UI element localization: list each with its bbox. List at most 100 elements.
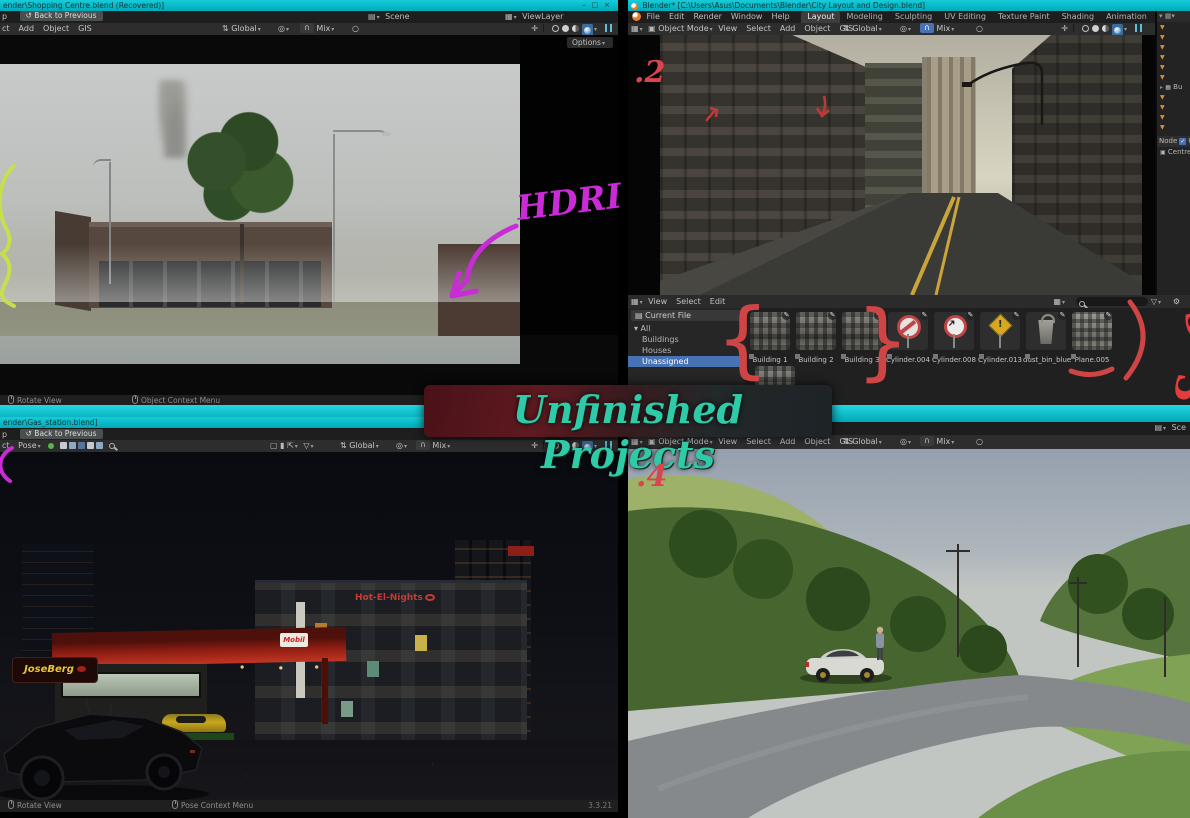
- filter-icon[interactable]: ▽▾: [303, 441, 316, 450]
- tool-icon[interactable]: [60, 442, 67, 449]
- menu-file[interactable]: File: [647, 12, 660, 21]
- mode-dropdown[interactable]: ▣ Object Mode▾: [648, 24, 716, 33]
- menu-object[interactable]: Object: [43, 24, 69, 33]
- menu-edit[interactable]: Edit: [710, 297, 726, 306]
- search-input[interactable]: [1076, 297, 1148, 306]
- outliner-mesh-item[interactable]: ▼: [1157, 102, 1190, 112]
- solid-shading-icon[interactable]: [1092, 25, 1099, 32]
- material-shading-icon[interactable]: [1102, 25, 1109, 32]
- menu-gis[interactable]: GIS: [78, 24, 92, 33]
- workspace-tab-shading[interactable]: Shading: [1056, 11, 1101, 23]
- asset-item-cylinder-004[interactable]: ✎Cylinder.004: [885, 312, 931, 412]
- catalog-buildings[interactable]: Buildings: [628, 334, 745, 345]
- bookmark-icon[interactable]: ▮: [280, 441, 284, 450]
- outliner-mesh-item[interactable]: ▼: [1157, 22, 1190, 32]
- catalog-unassigned[interactable]: Unassigned: [628, 356, 745, 367]
- outliner-collection-item[interactable]: ▸ ▦ Bu: [1157, 82, 1190, 92]
- outliner-mesh-item[interactable]: ▼: [1157, 62, 1190, 72]
- menu-edit[interactable]: Edit: [669, 12, 685, 21]
- asset-thumbnail[interactable]: ✎: [796, 312, 836, 350]
- outliner-mesh-item[interactable]: ▼: [1157, 42, 1190, 52]
- outliner-mesh-item[interactable]: ▼: [1157, 52, 1190, 62]
- menu-add[interactable]: Add: [19, 24, 35, 33]
- titlebar-city-layout[interactable]: Blender* [C:\Users\Asus\Documents\Blende…: [628, 0, 1190, 11]
- viewport-gas-station[interactable]: Hot-El-Nights Mobil JoseBerg: [0, 452, 618, 800]
- workspace-tab-sculpting[interactable]: Sculpting: [889, 11, 938, 23]
- asset-item-cylinder-013[interactable]: ✎Cylinder.013: [977, 312, 1023, 412]
- expand-icon[interactable]: ▸: [1160, 84, 1163, 91]
- blender-logo-icon[interactable]: [632, 12, 641, 21]
- asset-thumbnail[interactable]: ✎: [888, 312, 928, 350]
- tool-icon[interactable]: [69, 442, 76, 449]
- mode-dropdown[interactable]: Pose▾: [18, 441, 44, 450]
- outliner-panel[interactable]: ▾ ▦▾ ▼▼▼▼▼▼▸ ▦ Bu▼▼▼▼ Node✓Us ▣ Centre: [1155, 11, 1190, 295]
- menu-ct[interactable]: ct: [2, 24, 10, 33]
- close-button[interactable]: ×: [604, 1, 616, 9]
- titlebar-shopping-centre[interactable]: ender\Shopping Centre.blend (Recovered)]…: [0, 0, 618, 11]
- menu-render[interactable]: Render: [693, 12, 721, 21]
- pivot-dropdown[interactable]: ◎▾: [900, 435, 914, 450]
- catalog-all[interactable]: ▾ All: [628, 323, 745, 334]
- outliner-mesh-item[interactable]: ▼: [1157, 32, 1190, 42]
- asset-thumbnail[interactable]: ✎: [980, 312, 1020, 350]
- asset-thumbnail[interactable]: ✎: [842, 312, 882, 350]
- options-dropdown[interactable]: Options▾: [567, 37, 613, 48]
- menu-object[interactable]: Object: [804, 24, 830, 33]
- material-shading-icon[interactable]: [572, 25, 579, 32]
- gizmo-icon[interactable]: ✛: [1061, 24, 1068, 33]
- workspace-tab-uv-editing[interactable]: UV Editing: [938, 11, 992, 23]
- workspace-tab-layout[interactable]: Layout: [801, 11, 840, 23]
- asset-item-cylinder-008[interactable]: ✎Cylinder.008: [931, 312, 977, 412]
- asset-item-building-3[interactable]: ✎Building 3: [839, 312, 885, 412]
- asset-thumbnail[interactable]: ✎: [1072, 312, 1112, 350]
- back-to-previous-button[interactable]: ↺ Back to Previous: [20, 429, 103, 439]
- menu-help[interactable]: Help: [771, 12, 789, 21]
- proportional-edit-icon[interactable]: ○: [352, 23, 359, 35]
- transform-icon[interactable]: ⇱▾: [287, 441, 301, 450]
- wireframe-shading-icon[interactable]: [1082, 25, 1089, 32]
- orientation-dropdown[interactable]: ⇅ Global▾: [843, 435, 885, 450]
- asset-item-plane-005[interactable]: ✎Plane.005: [1069, 312, 1115, 412]
- maximize-button[interactable]: □: [592, 1, 605, 9]
- catalog-houses[interactable]: Houses: [628, 345, 745, 356]
- outliner-mesh-item[interactable]: ▼: [1157, 122, 1190, 132]
- editor-type-icon[interactable]: ▦▾: [631, 24, 646, 33]
- viewport-city[interactable]: [628, 35, 1155, 295]
- scene-selector[interactable]: ▤▾ Sce: [1154, 420, 1186, 436]
- viewport-shopping-centre[interactable]: [0, 35, 618, 395]
- minimize-button[interactable]: –: [582, 1, 592, 9]
- workspace-tab-modeling[interactable]: Modeling: [840, 11, 888, 23]
- asset-source-dropdown[interactable]: ▤ Current File: [631, 310, 742, 321]
- outliner-mesh-item[interactable]: ▼: [1157, 92, 1190, 102]
- pause-icon[interactable]: [1135, 24, 1142, 32]
- asset-thumbnail[interactable]: ✎: [750, 312, 790, 350]
- workspace-tab-animation[interactable]: Animation: [1100, 11, 1153, 23]
- viewport-country-road[interactable]: [628, 449, 1190, 818]
- select-box-icon[interactable]: ▢: [270, 441, 278, 450]
- display-settings-icon[interactable]: ▦▾: [1053, 295, 1068, 309]
- outliner-filter-icons[interactable]: ▾ ▦▾: [1157, 11, 1190, 22]
- gear-icon[interactable]: ⚙: [1173, 295, 1180, 308]
- wireframe-shading-icon[interactable]: [552, 25, 559, 32]
- solid-shading-icon[interactable]: [562, 25, 569, 32]
- outliner-mesh-item[interactable]: ▼: [1157, 72, 1190, 82]
- outliner-mesh-item[interactable]: ▼: [1157, 112, 1190, 122]
- proportional-edit-icon[interactable]: ○: [976, 23, 983, 35]
- tool-icon[interactable]: [78, 442, 85, 449]
- menu-window[interactable]: Window: [731, 12, 763, 21]
- asset-item-dust-bin-blue[interactable]: ✎dust_bin_blue: [1023, 312, 1069, 412]
- snap-dropdown[interactable]: ∩ Mix▾: [920, 435, 957, 450]
- outliner-item-centre[interactable]: ▣ Centre: [1157, 147, 1190, 157]
- menu-add[interactable]: Add: [780, 24, 796, 33]
- asset-thumbnail[interactable]: ✎: [934, 312, 974, 350]
- asset-thumbnail[interactable]: ✎: [1026, 312, 1066, 350]
- menu-select[interactable]: Select: [746, 24, 771, 33]
- tool-icon[interactable]: [87, 442, 94, 449]
- pause-icon[interactable]: [605, 24, 612, 32]
- filter-icon[interactable]: ▽▾: [1151, 295, 1164, 309]
- editor-type-icon[interactable]: ▦▾: [631, 297, 646, 306]
- back-to-previous-button[interactable]: ↺ Back to Previous: [20, 11, 103, 21]
- menu-view[interactable]: View: [648, 297, 667, 306]
- tool-icon[interactable]: [96, 442, 103, 449]
- search-icon[interactable]: [109, 443, 115, 449]
